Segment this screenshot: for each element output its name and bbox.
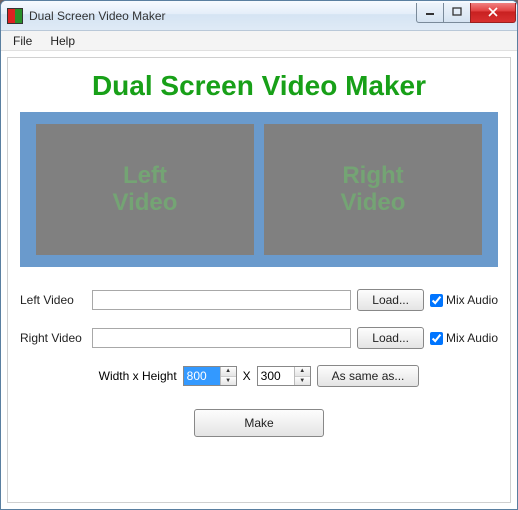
make-row: Make [20,409,498,437]
dimensions-label: Width x Height [99,369,177,383]
left-video-placeholder: Left Video [113,163,178,216]
close-button[interactable] [470,3,516,23]
width-spin-buttons: ▲ ▼ [220,367,236,385]
right-mix-checkbox[interactable] [430,332,443,345]
titlebar[interactable]: Dual Screen Video Maker [1,1,517,31]
width-spinner[interactable]: ▲ ▼ [183,366,237,386]
close-icon [487,7,499,17]
menu-help[interactable]: Help [42,32,83,50]
maximize-button[interactable] [443,3,471,23]
right-video-preview: Right Video [264,124,482,255]
width-up-button[interactable]: ▲ [221,367,236,377]
left-mix-label: Mix Audio [446,293,498,307]
app-window: Dual Screen Video Maker File Help Dual S… [0,0,518,510]
width-input[interactable] [184,367,220,385]
height-spin-buttons: ▲ ▼ [294,367,310,385]
minimize-button[interactable] [416,3,444,23]
page-heading: Dual Screen Video Maker [20,70,498,102]
right-video-input[interactable] [92,328,351,348]
height-spinner[interactable]: ▲ ▼ [257,366,311,386]
maximize-icon [451,7,463,17]
left-load-button[interactable]: Load... [357,289,424,311]
left-video-label: Left Video [20,293,86,307]
preview-area: Left Video Right Video [20,112,498,267]
minimize-icon [424,7,436,17]
left-mix-audio[interactable]: Mix Audio [430,293,498,307]
as-same-as-button[interactable]: As same as... [317,365,420,387]
left-video-preview: Left Video [36,124,254,255]
right-video-row: Right Video Load... Mix Audio [20,327,498,349]
right-mix-audio[interactable]: Mix Audio [430,331,498,345]
menubar: File Help [1,31,517,51]
left-video-row: Left Video Load... Mix Audio [20,289,498,311]
right-video-placeholder: Right Video [341,163,406,216]
window-controls [417,3,517,23]
right-video-label: Right Video [20,331,86,345]
left-mix-checkbox[interactable] [430,294,443,307]
left-video-input[interactable] [92,290,351,310]
right-load-button[interactable]: Load... [357,327,424,349]
height-input[interactable] [258,367,294,385]
content-panel: Dual Screen Video Maker Left Video Right… [7,57,511,503]
make-button[interactable]: Make [194,409,324,437]
width-down-button[interactable]: ▼ [221,377,236,386]
height-down-button[interactable]: ▼ [295,377,310,386]
window-title: Dual Screen Video Maker [29,9,417,23]
dimensions-row: Width x Height ▲ ▼ X ▲ ▼ As same as... [20,365,498,387]
height-up-button[interactable]: ▲ [295,367,310,377]
menu-file[interactable]: File [5,32,40,50]
app-icon [7,8,23,24]
dimensions-separator: X [243,369,251,383]
right-mix-label: Mix Audio [446,331,498,345]
